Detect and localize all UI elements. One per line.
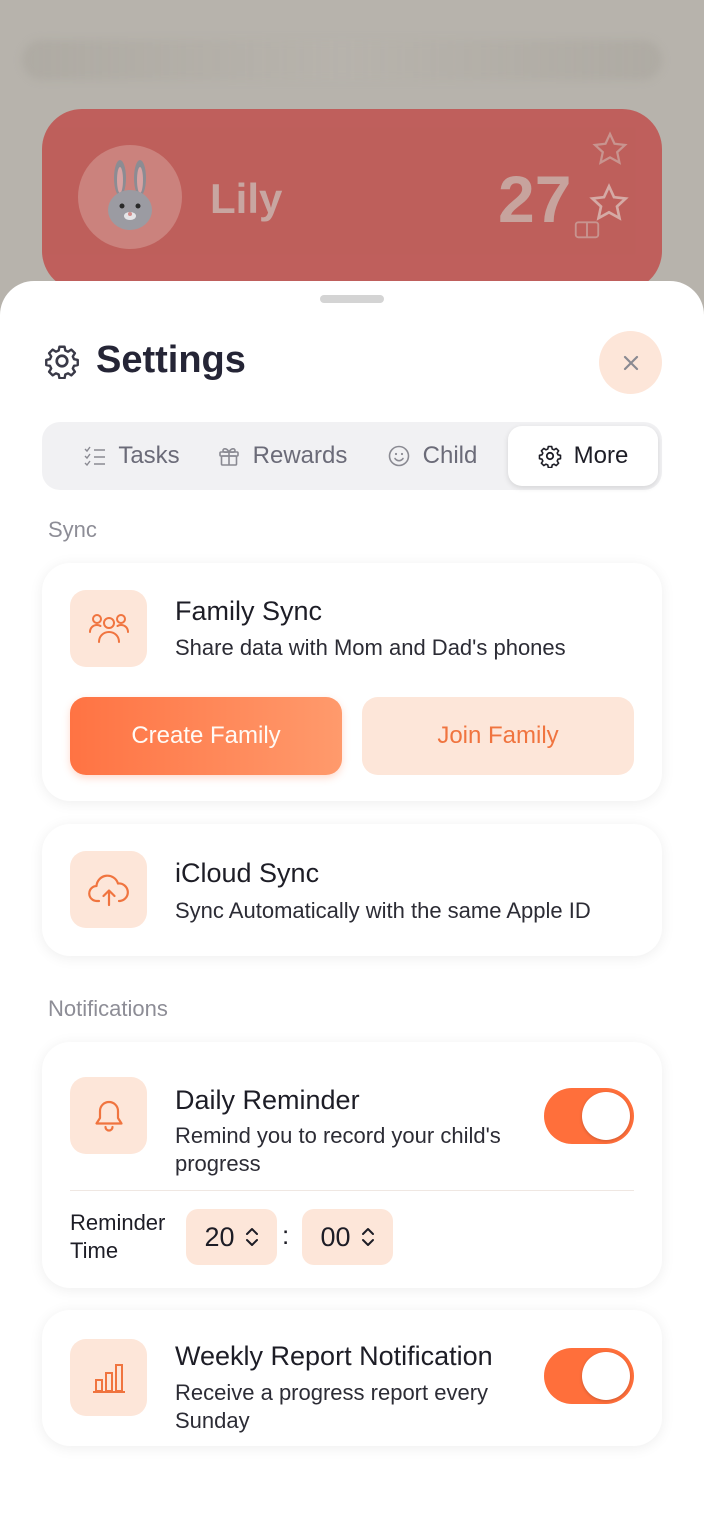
minute-picker[interactable]: 00 xyxy=(302,1209,393,1265)
daily-reminder-title: Daily Reminder xyxy=(175,1085,360,1115)
child-name: Lily xyxy=(210,175,283,222)
toggle-knob xyxy=(582,1092,630,1140)
child-points: 27 xyxy=(498,162,572,236)
section-label-sync: Sync xyxy=(48,517,97,542)
icloud-sync-title: iCloud Sync xyxy=(175,858,320,888)
bunny-avatar xyxy=(78,145,182,249)
tab-bar: Tasks Rewards Child More xyxy=(42,422,662,490)
minute-value: 00 xyxy=(320,1221,351,1252)
family-icon xyxy=(88,613,129,643)
bell-icon xyxy=(94,1100,123,1132)
bar-chart-icon xyxy=(92,1363,125,1393)
reminder-time-label-line1: Reminder xyxy=(70,1210,166,1235)
daily-reminder-toggle[interactable] xyxy=(544,1088,634,1144)
gift-icon xyxy=(218,448,239,466)
reminder-time-label-line2: Time xyxy=(70,1238,119,1263)
time-separator: : xyxy=(282,1220,290,1250)
tab-label: Rewards xyxy=(252,442,348,469)
background-blur xyxy=(22,40,662,80)
join-family-button[interactable]: Join Family xyxy=(362,697,634,775)
tab-label: Child xyxy=(422,442,478,469)
family-sync-subtitle: Share data with Mom and Dad's phones xyxy=(175,635,566,660)
weekly-report-card: Weekly Report Notification Receive a pro… xyxy=(42,1310,662,1446)
tab-more[interactable]: More xyxy=(508,426,658,486)
smile-icon xyxy=(388,445,409,467)
daily-reminder-card: Daily Reminder Remind you to record your… xyxy=(42,1042,662,1288)
sheet-grabber[interactable] xyxy=(320,295,384,303)
tab-tasks[interactable]: Tasks xyxy=(62,426,202,486)
tab-label: Tasks xyxy=(118,442,180,469)
header: Settings xyxy=(44,339,246,382)
hour-value: 20 xyxy=(204,1221,235,1252)
child-card: Lily 27 xyxy=(42,109,662,291)
weekly-report-toggle[interactable] xyxy=(544,1348,634,1404)
chevron-up-down-icon xyxy=(245,1228,258,1246)
family-sync-title: Family Sync xyxy=(175,596,323,626)
tab-child[interactable]: Child xyxy=(362,426,502,486)
gear-icon xyxy=(45,345,79,379)
weekly-report-title: Weekly Report Notification xyxy=(175,1341,493,1371)
chevron-up-down-icon xyxy=(361,1228,374,1246)
chart-icon-tile xyxy=(70,1339,147,1416)
hour-picker[interactable]: 20 xyxy=(186,1209,277,1265)
cloud-upload-icon xyxy=(87,874,129,906)
gear-icon xyxy=(538,445,561,468)
settings-sheet: Settings Tasks Rewards Child More Sync F… xyxy=(0,281,704,1534)
bell-icon-tile xyxy=(70,1077,147,1154)
icloud-sync-card[interactable]: iCloud Sync Sync Automatically with the … xyxy=(42,824,662,956)
star-icon xyxy=(592,131,628,165)
section-label-notifications: Notifications xyxy=(48,996,168,1021)
family-sync-card: Family Sync Share data with Mom and Dad'… xyxy=(42,563,662,801)
weekly-report-subtitle-line1: Receive a progress report every xyxy=(175,1380,489,1405)
tab-label: More xyxy=(573,442,629,469)
daily-reminder-subtitle-line2: progress xyxy=(175,1151,261,1176)
page-title: Settings xyxy=(96,339,246,381)
weekly-report-subtitle-line2: Sunday xyxy=(175,1408,250,1433)
tab-rewards[interactable]: Rewards xyxy=(202,426,362,486)
cloud-icon-tile xyxy=(70,851,147,928)
divider xyxy=(70,1190,634,1191)
create-family-button[interactable]: Create Family xyxy=(70,697,342,775)
checklist-icon xyxy=(84,446,106,466)
reminder-time-label: Reminder Time xyxy=(70,1209,165,1265)
close-icon xyxy=(623,355,638,370)
icloud-sync-subtitle: Sync Automatically with the same Apple I… xyxy=(175,898,591,923)
gift-icon xyxy=(574,221,600,239)
daily-reminder-subtitle-line1: Remind you to record your child's xyxy=(175,1123,501,1148)
close-button[interactable] xyxy=(599,331,662,394)
family-icon-tile xyxy=(70,590,147,667)
toggle-knob xyxy=(582,1352,630,1400)
